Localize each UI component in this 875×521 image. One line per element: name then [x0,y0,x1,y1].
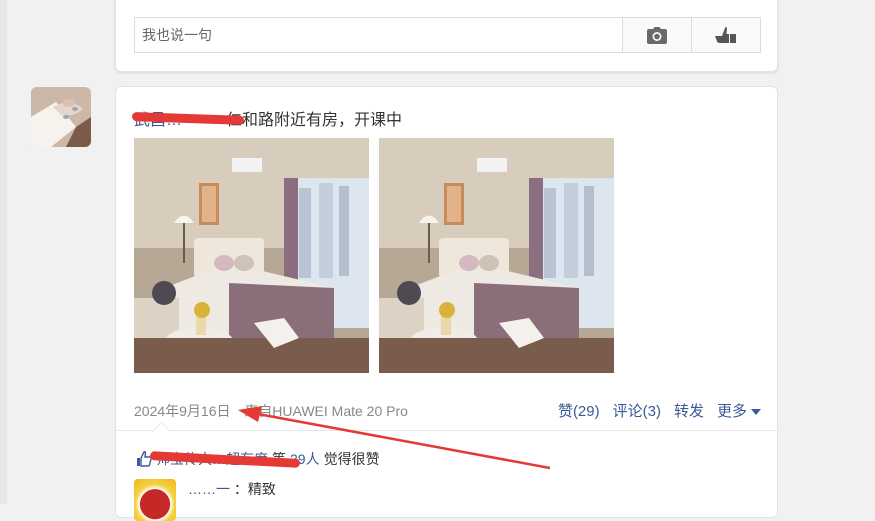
section-divider [116,430,777,431]
author-avatar[interactable] [31,87,91,147]
camera-button[interactable] [622,18,691,52]
post-photo-1[interactable] [134,138,369,373]
bedroom-photo-image [379,138,614,373]
comment-item: ……一 ：精致 [134,479,276,521]
like-action[interactable]: 赞(29) [558,400,600,421]
post-date[interactable]: 2024年9月16日 [134,403,231,419]
likes-suffix: 觉得很赞 [323,451,380,467]
bedroom-photo-image [134,138,369,373]
comment-text: ：精致 [233,481,276,497]
post-body: 仁和路附近有房，开课中 [226,112,403,129]
commenter-avatar[interactable] [134,479,176,521]
post-meta: 2024年9月16日 来自HUAWEI Mate 20 Pro [134,401,408,421]
avatar-image [31,87,91,147]
divider-notch [153,421,170,438]
comment-input[interactable] [135,18,622,52]
more-action-label: 更多 [716,403,747,420]
caret-down-icon [751,409,761,416]
like-button[interactable] [691,18,760,52]
page-left-border [0,0,7,504]
comment-action[interactable]: 评论(3) [613,400,661,421]
post-card: 武昌…仁和路附近有房，开课中 [115,86,778,521]
post-photo-2[interactable] [379,138,614,373]
post-actions: 赞(29) 评论(3) 转发 更多 [558,400,761,421]
comment-composer [134,17,761,53]
commenter-name[interactable]: ……一 [188,481,230,497]
thumb-icon [715,27,736,43]
post-source: 来自HUAWEI Mate 20 Pro [244,403,408,419]
camera-icon [647,26,667,44]
repost-action[interactable]: 转发 [674,400,704,421]
previous-post-card [115,0,778,72]
more-action[interactable]: 更多 [717,400,761,421]
